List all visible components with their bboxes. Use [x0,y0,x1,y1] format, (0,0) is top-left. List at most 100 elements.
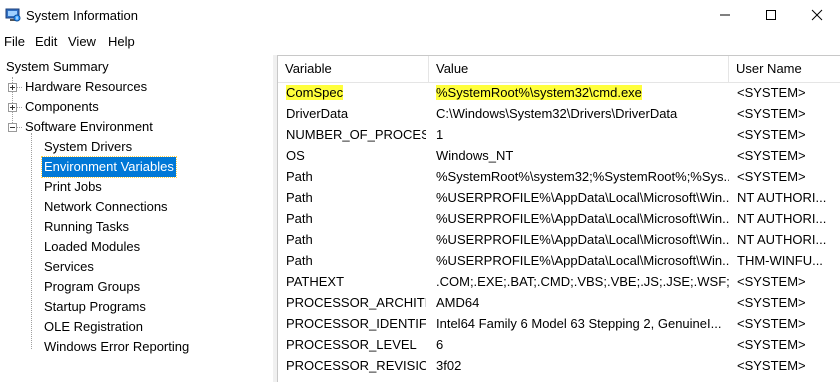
cell-variable: Path [286,211,313,226]
menu-edit[interactable]: Edit [35,34,57,49]
cell-user-name: <SYSTEM> [737,274,806,289]
cell-value: 1 [436,127,444,142]
tree-item-services[interactable]: Services [44,257,94,277]
cell-value: %USERPROFILE%\AppData\Local\Microsoft\Wi… [436,253,729,268]
cell-user-name: <SYSTEM> [737,106,806,121]
menu-view[interactable]: View [68,34,96,49]
collapse-icon[interactable] [8,123,17,132]
cell-value: AMD64 [436,295,480,310]
cell-value: %SystemRoot%\system32;%SystemRoot%;%Sys.… [436,169,729,184]
cell-variable: OS [286,148,305,163]
menu-file[interactable]: File [4,34,25,49]
cell-user-name: <SYSTEM> [737,148,806,163]
tree-item-software-environment[interactable]: Software Environment [25,117,153,137]
cell-user-name: <SYSTEM> [737,337,806,352]
cell-user-name: <SYSTEM> [737,169,806,184]
cell-variable: PROCESSOR_LEVEL [286,337,417,352]
tree-item-system-drivers[interactable]: System Drivers [44,137,132,157]
table-row[interactable]: Path %USERPROFILE%\AppData\Local\Microso… [278,250,840,271]
title-bar: System Information [0,0,840,30]
cell-value: %SystemRoot%\system32\cmd.exe [436,82,729,103]
cell-variable: PATHEXT [286,274,345,289]
cell-variable: Path [286,253,313,268]
table-row[interactable]: NUMBER_OF_PROCESS... 1 <SYSTEM> [278,124,840,145]
table-row[interactable]: PROCESSOR_ARCHITE... AMD64 <SYSTEM> [278,292,840,313]
menu-bar: File Edit View Help [0,30,840,52]
cell-value: 6 [436,337,444,352]
cell-user-name: NT AUTHORI... [737,232,827,247]
table-row[interactable]: Path %USERPROFILE%\AppData\Local\Microso… [278,208,840,229]
highlighted-text: ComSpec [286,85,344,100]
highlighted-text: %SystemRoot%\system32\cmd.exe [436,85,642,100]
tree-item-startup-programs[interactable]: Startup Programs [44,297,146,317]
cell-variable: Path [286,190,313,205]
table-row[interactable]: Path %SystemRoot%\system32;%SystemRoot%;… [278,166,840,187]
cell-value: %USERPROFILE%\AppData\Local\Microsoft\Wi… [436,232,729,247]
tree-line [31,133,32,349]
cell-variable: DriverData [286,106,349,121]
cell-user-name: <SYSTEM> [737,358,806,373]
table-header: Variable Value User Name [278,56,840,83]
tree-item-print-jobs[interactable]: Print Jobs [44,177,102,197]
tree-item-loaded-modules[interactable]: Loaded Modules [44,237,140,257]
close-icon [811,9,823,21]
minimize-button[interactable] [702,0,748,30]
table-row[interactable]: DriverData C:\Windows\System32\Drivers\D… [278,103,840,124]
tree-item-hardware-resources[interactable]: Hardware Resources [25,77,147,97]
table-row[interactable]: ComSpec %SystemRoot%\system32\cmd.exe <S… [278,82,840,103]
minimize-icon [720,14,730,16]
cell-value: 3f02 [436,358,462,373]
tree-item-environment-variables[interactable]: Environment Variables [41,156,177,178]
environment-variables-table[interactable]: Variable Value User Name ComSpec %System… [277,55,840,382]
cell-value: .COM;.EXE;.BAT;.CMD;.VBS;.VBE;.JS;.JSE;.… [436,274,729,289]
menu-help[interactable]: Help [108,34,135,49]
table-row[interactable]: OS Windows_NT <SYSTEM> [278,145,840,166]
cell-variable: PROCESSOR_REVISION [286,358,426,373]
tree-item-components[interactable]: Components [25,97,99,117]
cell-variable: PROCESSOR_IDENTIFIER [286,316,426,331]
tree-line [17,107,22,108]
cell-variable: NUMBER_OF_PROCESS... [286,127,426,142]
column-header-value[interactable]: Value [429,56,729,82]
tree-line [17,87,22,88]
window-title: System Information [26,8,138,23]
expand-icon[interactable] [8,83,17,92]
table-row[interactable]: PROCESSOR_REVISION 3f02 <SYSTEM> [278,355,840,376]
table-row[interactable]: Path %USERPROFILE%\AppData\Local\Microso… [278,187,840,208]
cell-variable: Path [286,169,313,184]
cell-value: Windows_NT [436,148,514,163]
tree-item-program-groups[interactable]: Program Groups [44,277,140,297]
cell-value: %USERPROFILE%\AppData\Local\Microsoft\Wi… [436,190,729,205]
cell-user-name: <SYSTEM> [737,127,806,142]
category-tree[interactable]: System Summary Hardware Resources Compon… [0,55,272,382]
system-information-icon [5,7,21,23]
cell-value: Intel64 Family 6 Model 63 Stepping 2, Ge… [436,316,722,331]
table-row[interactable]: PROCESSOR_LEVEL 6 <SYSTEM> [278,334,840,355]
column-header-user-name[interactable]: User Name [729,56,840,82]
column-header-variable[interactable]: Variable [278,56,429,82]
cell-user-name: <SYSTEM> [737,295,806,310]
cell-user-name: <SYSTEM> [737,316,806,331]
close-button[interactable] [794,0,840,30]
cell-user-name: <SYSTEM> [737,85,806,100]
tree-item-running-tasks[interactable]: Running Tasks [44,217,129,237]
cell-variable: ComSpec [286,82,426,103]
maximize-button[interactable] [748,0,794,30]
maximize-icon [766,10,776,20]
tree-line [17,127,22,128]
cell-variable: Path [286,232,313,247]
expand-icon[interactable] [8,103,17,112]
table-row[interactable]: PROCESSOR_IDENTIFIER Intel64 Family 6 Mo… [278,313,840,334]
tree-item-system-summary[interactable]: System Summary [6,57,109,77]
table-row[interactable]: PATHEXT .COM;.EXE;.BAT;.CMD;.VBS;.VBE;.J… [278,271,840,292]
cell-user-name: THM-WINFU... [737,253,823,268]
tree-item-network-connections[interactable]: Network Connections [44,197,168,217]
tree-item-ole-registration[interactable]: OLE Registration [44,317,143,337]
cell-user-name: NT AUTHORI... [737,211,827,226]
table-row[interactable]: Path %USERPROFILE%\AppData\Local\Microso… [278,229,840,250]
cell-value: %USERPROFILE%\AppData\Local\Microsoft\Wi… [436,211,729,226]
cell-user-name: NT AUTHORI... [737,190,827,205]
cell-value: C:\Windows\System32\Drivers\DriverData [436,106,678,121]
tree-item-windows-error-reporting[interactable]: Windows Error Reporting [44,337,189,357]
cell-variable: PROCESSOR_ARCHITE... [286,295,426,310]
